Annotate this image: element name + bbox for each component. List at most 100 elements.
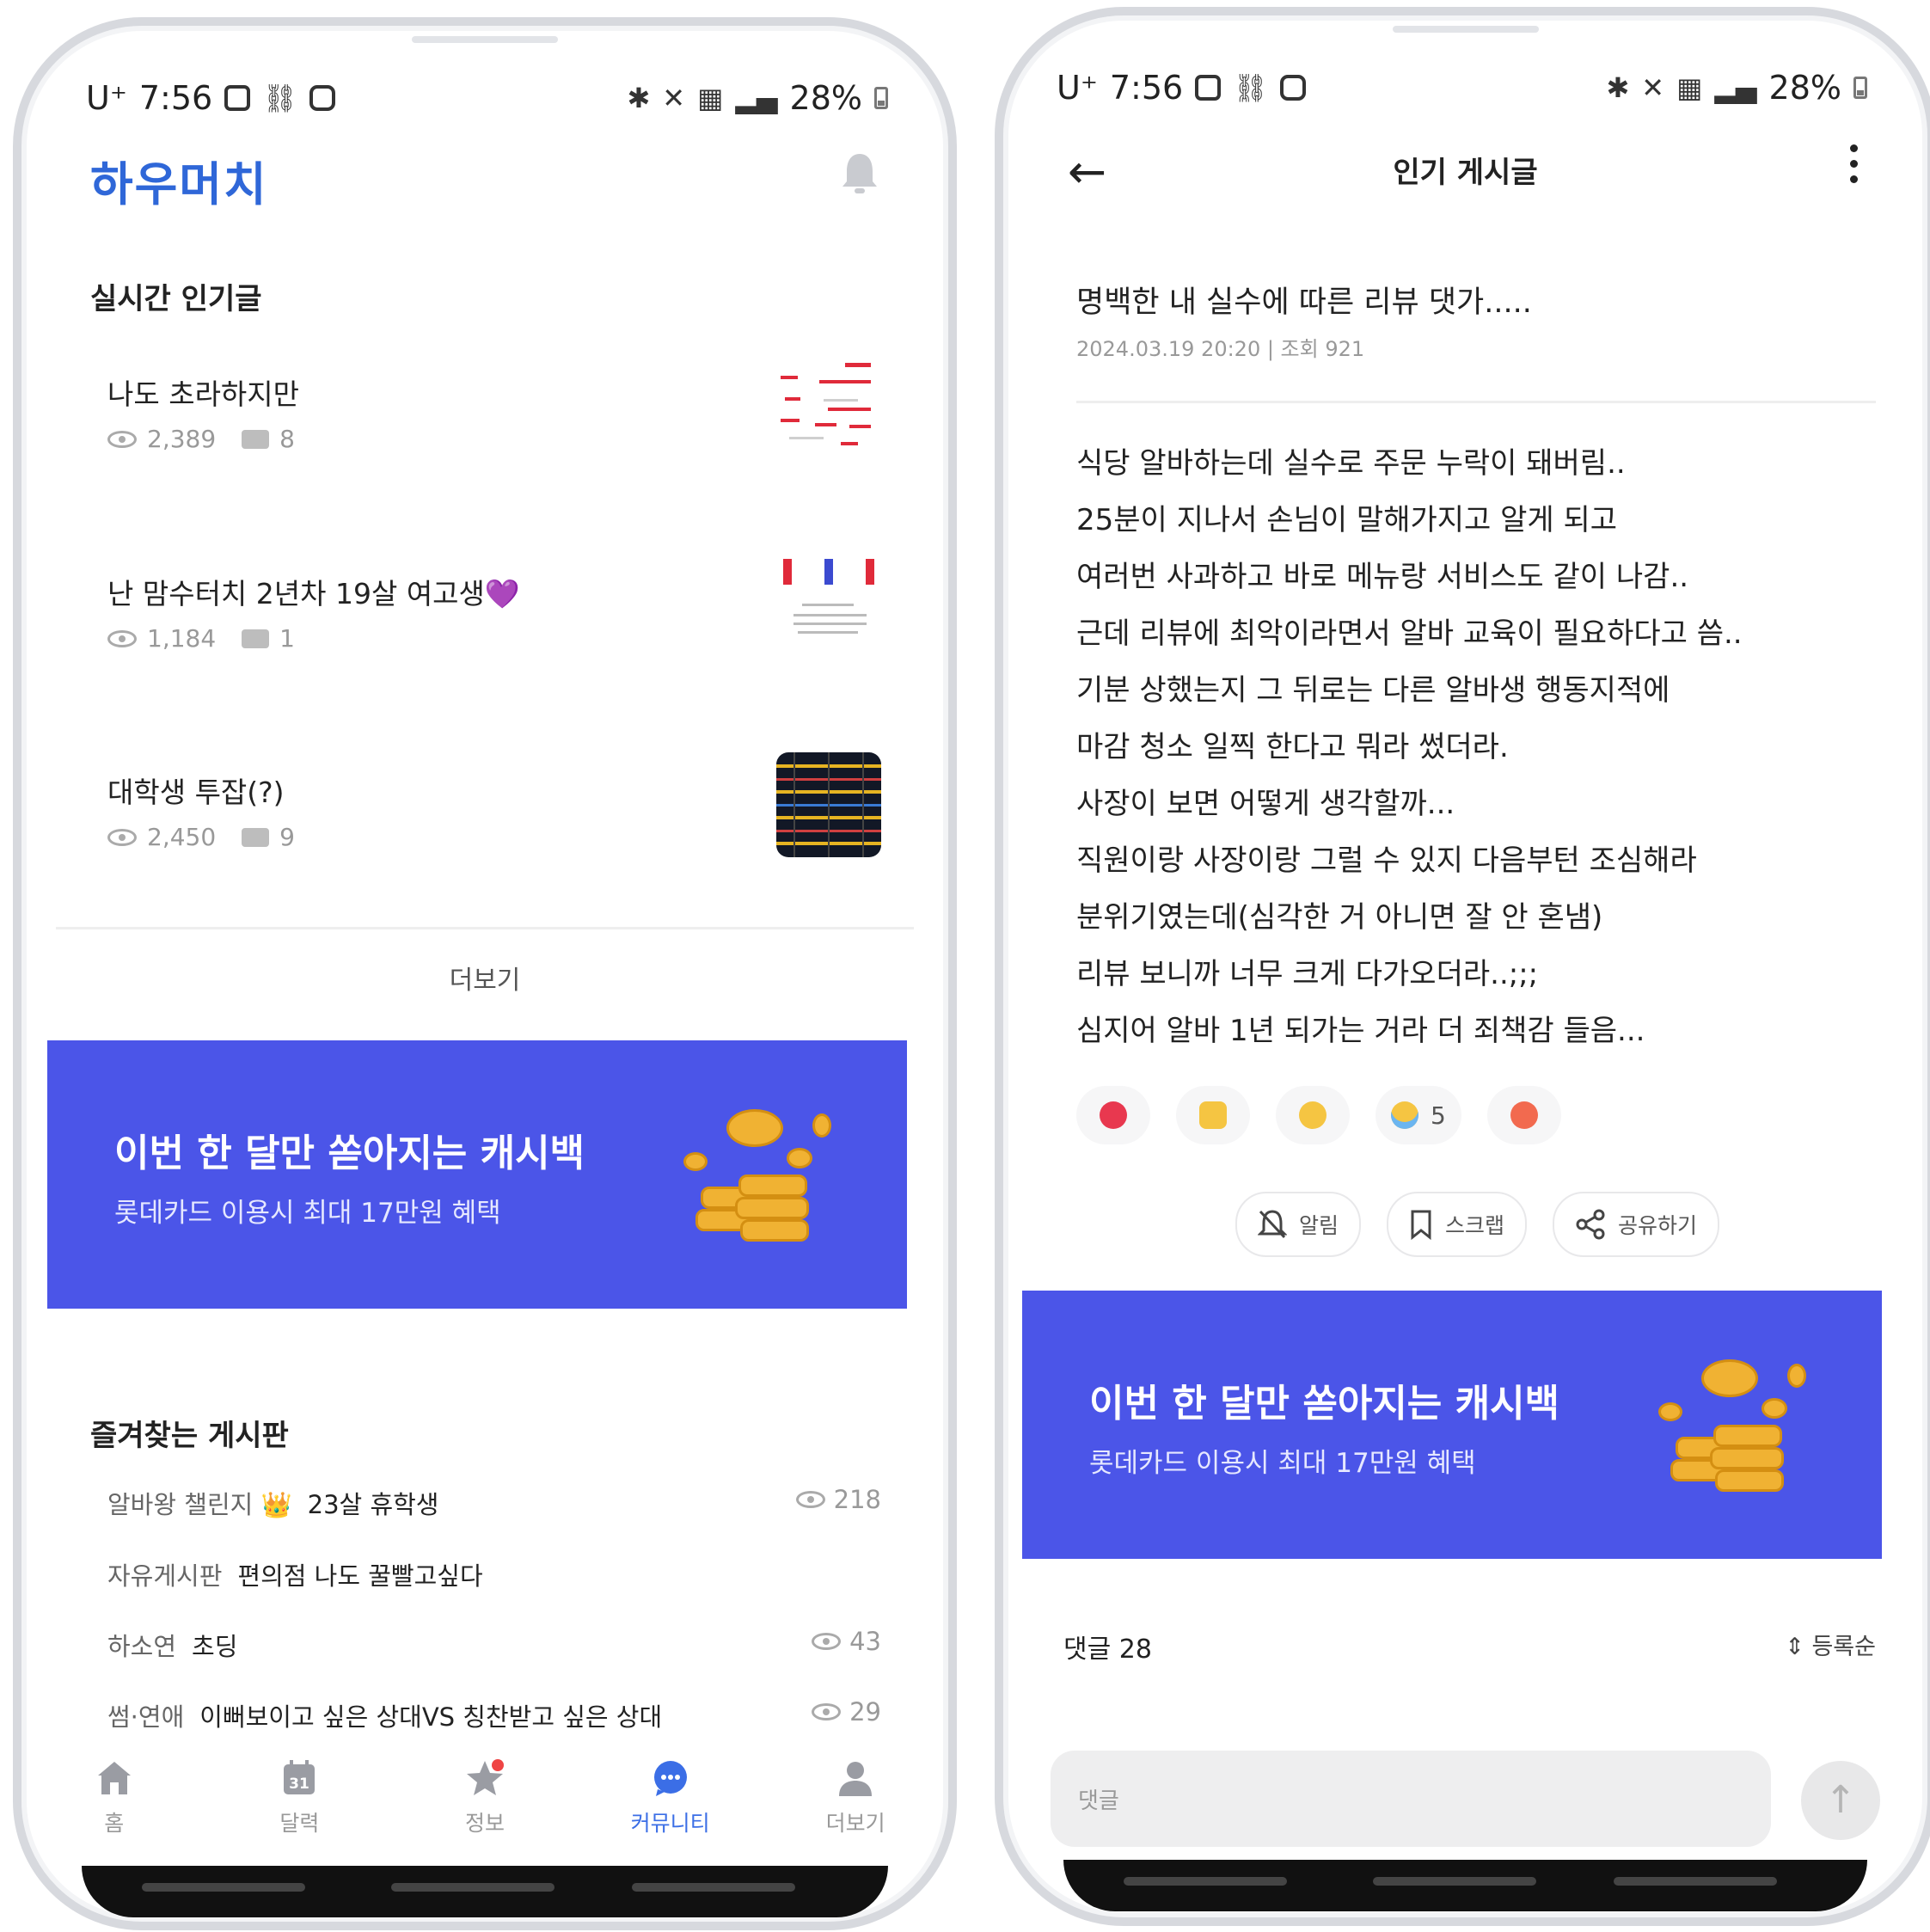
crying-emoji-icon bbox=[1391, 1101, 1418, 1129]
board-post-views: 29 bbox=[812, 1697, 881, 1727]
view-count-icon bbox=[107, 828, 137, 846]
gesture-back[interactable] bbox=[632, 1883, 795, 1892]
scrap-button[interactable]: 스크랩 bbox=[1387, 1192, 1528, 1257]
sort-toggle[interactable]: ⇕ 등록순 bbox=[1785, 1628, 1876, 1661]
favorite-board-row[interactable]: 알바왕 챌린지 👑 23살 휴학생 218 bbox=[107, 1485, 881, 1521]
banner-title: 이번 한 달만 쏟아지는 캐시백 bbox=[114, 1132, 585, 1175]
wifi-icon: ▦ bbox=[1676, 71, 1703, 104]
comment-count: 8 bbox=[279, 425, 295, 453]
link-notification-icon: ⛓ bbox=[1233, 71, 1268, 104]
more-options-icon[interactable] bbox=[1850, 144, 1859, 187]
comment-input[interactable]: 댓글 bbox=[1051, 1751, 1771, 1847]
angry-emoji-icon bbox=[1510, 1101, 1538, 1129]
signal-icon: ▂▄ bbox=[735, 82, 778, 114]
tab-info[interactable]: 정보 bbox=[392, 1758, 578, 1861]
home-icon bbox=[97, 1762, 131, 1794]
svg-text:31: 31 bbox=[290, 1776, 310, 1793]
board-latest-post: 초딩 bbox=[192, 1632, 238, 1661]
view-count-icon bbox=[107, 430, 137, 448]
carrier-label: U⁺ bbox=[1057, 69, 1098, 107]
wifi-icon: ▦ bbox=[697, 82, 724, 114]
gesture-recents[interactable] bbox=[1124, 1877, 1287, 1886]
right-phone-screen: U⁺ 7:56 ⛓ ✱ ✕ ▦ ▂▄ 28% ← 인기 게시글 명백한 내 실수… bbox=[995, 7, 1930, 1926]
body-line: 여러번 사과하고 바로 메뉴랑 서비스도 같이 나감.. bbox=[1076, 560, 1689, 594]
reaction-crying[interactable]: 5 bbox=[1376, 1086, 1461, 1144]
body-line: 분위기였는데(심각한 거 아니면 잘 안 혼냄) bbox=[1076, 900, 1603, 935]
bell-off-icon bbox=[1258, 1210, 1287, 1239]
app-logo: 하우머치 bbox=[90, 157, 268, 212]
bluetooth-icon: ✱ bbox=[1606, 71, 1630, 104]
favorite-board-row[interactable]: 하소연 초딩 43 bbox=[107, 1627, 881, 1663]
view-count-icon bbox=[795, 1491, 825, 1508]
share-icon bbox=[1576, 1209, 1605, 1240]
coins-illustration bbox=[1658, 1351, 1830, 1506]
view-count-icon bbox=[107, 629, 137, 647]
comment-count: 1 bbox=[279, 624, 295, 653]
comment-placeholder: 댓글 bbox=[1078, 1788, 1119, 1814]
reaction-bar: 5 bbox=[1076, 1086, 1561, 1144]
favorite-board-row[interactable]: 썸·연애 이뻐보이고 싶은 상대VS 칭찬받고 싶은 상대 29 bbox=[107, 1697, 881, 1733]
board-latest-post: 23살 휴학생 bbox=[307, 1490, 439, 1519]
banner-title: 이번 한 달만 쏟아지는 캐시백 bbox=[1089, 1382, 1560, 1426]
more-button[interactable]: 더보기 bbox=[21, 959, 948, 997]
gesture-recents[interactable] bbox=[142, 1883, 305, 1892]
board-name: 알바왕 챌린지 👑 bbox=[107, 1490, 292, 1519]
tab-calendar[interactable]: 31 달력 bbox=[207, 1758, 393, 1861]
tab-more[interactable]: 더보기 bbox=[763, 1758, 948, 1861]
heart-emoji-icon bbox=[1100, 1101, 1127, 1129]
share-button[interactable]: 공유하기 bbox=[1553, 1192, 1720, 1257]
body-line: 기분 상했는지 그 뒤로는 다른 알바생 행동지적에 bbox=[1076, 673, 1670, 708]
battery-percent: 28% bbox=[1768, 69, 1841, 107]
comment-count: 9 bbox=[279, 823, 295, 851]
section-divider bbox=[56, 927, 914, 929]
tab-community[interactable]: 커뮤니티 bbox=[578, 1758, 763, 1861]
post-title: 나도 초라하지만 bbox=[107, 377, 300, 411]
board-name: 자유게시판 bbox=[107, 1561, 223, 1591]
popular-post-item[interactable]: 대학생 투잡(?) 2,450 9 bbox=[107, 752, 881, 941]
mute-icon: ✕ bbox=[662, 82, 686, 114]
comment-count-icon bbox=[242, 429, 270, 449]
board-post-views: 218 bbox=[795, 1485, 881, 1514]
comments-header: 댓글 28 ⇕ 등록순 bbox=[1063, 1628, 1876, 1665]
sort-icon: ⇕ bbox=[1785, 1634, 1812, 1660]
comment-count-icon bbox=[242, 629, 270, 648]
article-actions: 알림 스크랩 공유하기 bbox=[1235, 1192, 1720, 1257]
gesture-home[interactable] bbox=[1373, 1877, 1536, 1886]
reaction-heart[interactable] bbox=[1076, 1086, 1150, 1144]
gesture-home[interactable] bbox=[391, 1883, 554, 1892]
instagram-notification-icon bbox=[1279, 75, 1306, 101]
phone-notch bbox=[412, 36, 558, 43]
person-icon bbox=[839, 1762, 873, 1796]
post-title: 난 맘수터치 2년차 19살 여고생💜 bbox=[107, 577, 520, 610]
popular-post-item[interactable]: 나도 초라하지만 2,389 8 bbox=[107, 354, 881, 543]
battery-icon bbox=[874, 87, 888, 109]
article-body: 식당 알바하는데 실수로 주문 누락이 돼버림.. 25분이 지나서 손님이 말… bbox=[1076, 435, 1743, 1059]
tab-home[interactable]: 홈 bbox=[21, 1758, 207, 1861]
post-meta: 2,389 8 bbox=[107, 425, 295, 453]
left-phone-screen: U⁺ 7:56 ⛓ ✱ ✕ ▦ ▂▄ 28% 하우머치 실시간 인기글 나도 초… bbox=[13, 17, 957, 1930]
bluetooth-icon: ✱ bbox=[627, 82, 651, 114]
clock: 7:56 bbox=[1109, 69, 1184, 107]
post-thumbnail bbox=[776, 354, 881, 459]
post-meta: 2,450 9 bbox=[107, 823, 295, 851]
post-title: 대학생 투잡(?) bbox=[107, 776, 285, 809]
reaction-angry[interactable] bbox=[1486, 1086, 1561, 1144]
reaction-smile[interactable] bbox=[1276, 1086, 1350, 1144]
view-count: 2,389 bbox=[147, 425, 217, 453]
favorite-board-row[interactable]: 자유게시판 편의점 나도 꿀빨고싶다 bbox=[107, 1556, 881, 1592]
reaction-thumbs-up[interactable] bbox=[1176, 1086, 1250, 1144]
body-line: 25분이 지나서 손님이 말해가지고 알게 되고 bbox=[1076, 503, 1618, 537]
cashback-ad-banner[interactable]: 이번 한 달만 쏟아지는 캐시백 롯데카드 이용시 최대 17만원 혜택 bbox=[1022, 1291, 1882, 1559]
board-post-views: 43 bbox=[812, 1627, 881, 1656]
body-line: 심지어 알바 1년 되가는 거라 더 죄책감 들음... bbox=[1076, 1014, 1645, 1048]
smile-emoji-icon bbox=[1299, 1101, 1326, 1129]
bell-icon[interactable] bbox=[840, 150, 879, 195]
send-button[interactable]: ↑ bbox=[1801, 1761, 1880, 1840]
gesture-back[interactable] bbox=[1614, 1877, 1777, 1886]
view-count: 2,450 bbox=[147, 823, 217, 851]
notify-button[interactable]: 알림 bbox=[1235, 1192, 1362, 1257]
cashback-ad-banner[interactable]: 이번 한 달만 쏟아지는 캐시백 롯데카드 이용시 최대 17만원 혜택 bbox=[47, 1040, 907, 1309]
popular-post-item[interactable]: 난 맘수터치 2년차 19살 여고생💜 1,184 1 bbox=[107, 554, 881, 743]
bottom-tab-bar: 홈 31 달력 정보 커뮤니티 더보기 bbox=[21, 1758, 948, 1861]
post-thumbnail bbox=[776, 554, 881, 659]
